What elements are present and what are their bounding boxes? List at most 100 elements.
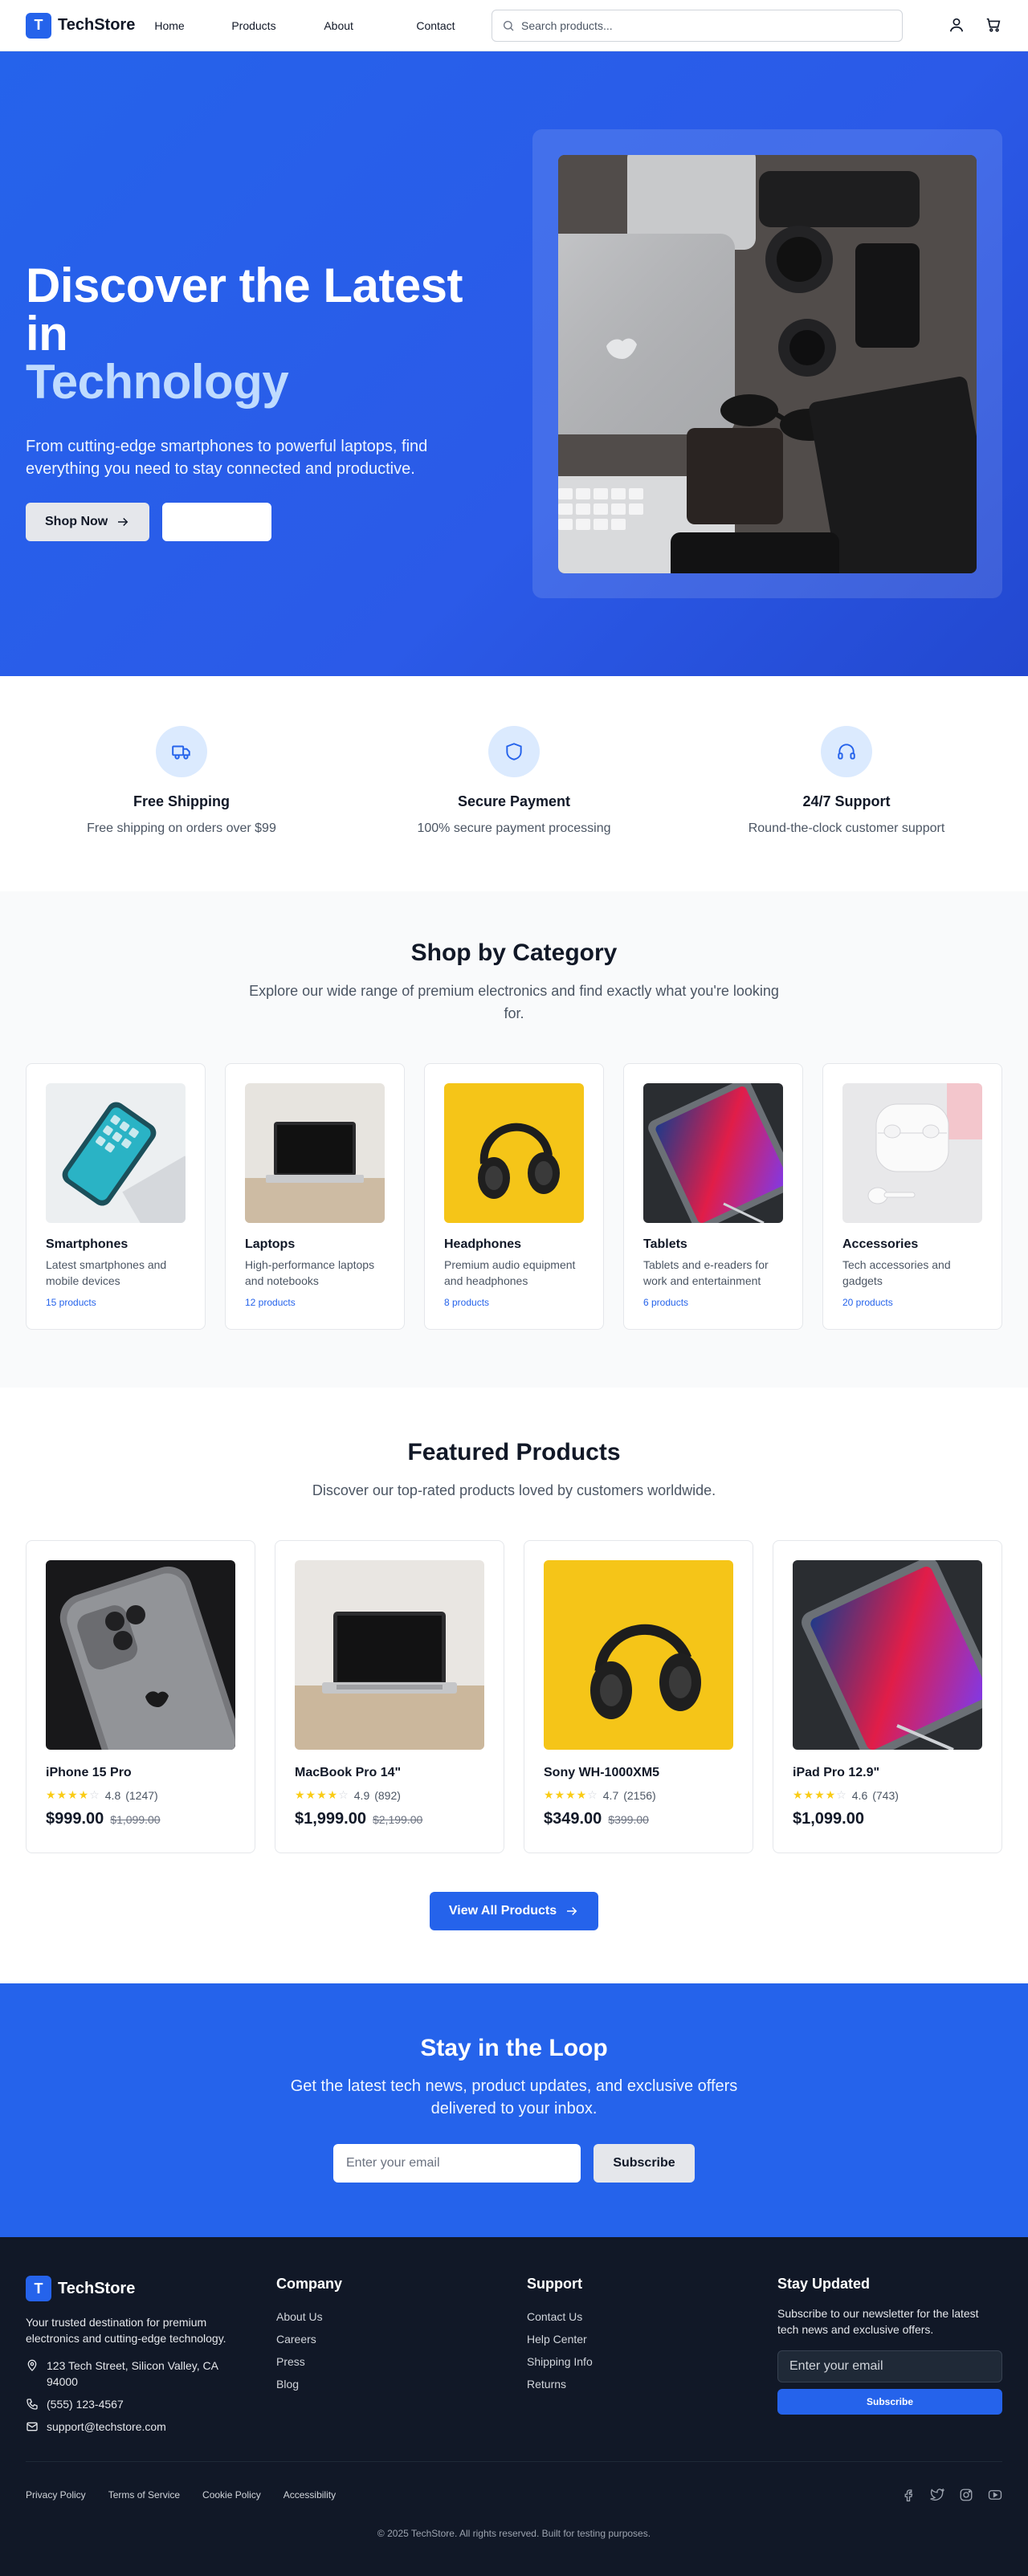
product-card-iphone[interactable]: iPhone 15 Pro ★★★★☆ 4.8 (1247) $999.00 $… <box>26 1540 255 1853</box>
arrow-right-icon <box>567 1906 577 1916</box>
brand-name: TechStore <box>58 2279 136 2297</box>
nav-link-home[interactable]: Home <box>154 19 231 32</box>
product-name: MacBook Pro 14" <box>295 1766 402 1779</box>
footer-heading: Stay Updated <box>777 2276 871 2292</box>
category-name: Headphones <box>444 1237 522 1251</box>
footer-divider <box>26 2461 1002 2462</box>
product-rating: ★★★★☆ 4.7 (2156) <box>544 1788 733 1802</box>
hero-subtitle: From cutting-edge smartphones to powerfu… <box>26 438 428 478</box>
legal-link-privacy[interactable]: Privacy Policy <box>26 2489 86 2501</box>
product-card-sony[interactable]: Sony WH-1000XM5 ★★★★☆ 4.7 (2156) $349.00… <box>524 1540 753 1853</box>
brand-logo[interactable]: T TechStore <box>26 12 135 39</box>
category-count: 6 products <box>643 1297 689 1308</box>
featured-products-section: Featured Products Discover our top-rated… <box>0 1388 1028 1983</box>
category-card-tablets[interactable]: Tablets Tablets and e-readers for work a… <box>623 1063 803 1330</box>
nav-link-about[interactable]: About <box>324 19 416 32</box>
product-image <box>46 1560 235 1750</box>
footer-link[interactable]: Help Center <box>527 2333 777 2346</box>
legal-link-cookies[interactable]: Cookie Policy <box>202 2489 261 2501</box>
top-navbar: T TechStore Home Products About Contact <box>0 0 1028 51</box>
features-section: Free Shipping Free shipping on orders ov… <box>0 676 1028 891</box>
rating-value: 4.9 <box>353 1788 370 1802</box>
product-card-macbook[interactable]: MacBook Pro 14" ★★★★☆ 4.9 (892) $1,999.0… <box>275 1540 504 1853</box>
hero-title-accent: Technology <box>26 355 289 409</box>
rating-value: 4.8 <box>104 1788 121 1802</box>
category-count: 20 products <box>842 1297 893 1308</box>
instagram-icon[interactable] <box>959 2488 973 2502</box>
footer-logo[interactable]: T TechStore <box>26 2276 276 2301</box>
youtube-icon[interactable] <box>988 2488 1002 2502</box>
category-desc: High-performance laptops and notebooks <box>245 1258 375 1287</box>
footer-tagline: Your trusted destination for premium ele… <box>26 2316 226 2345</box>
twitter-icon[interactable] <box>930 2488 944 2502</box>
current-price: $999.00 <box>46 1810 104 1828</box>
view-all-wrap: View All Products <box>0 1892 1028 1930</box>
truck-icon <box>172 745 190 760</box>
review-count: (892) <box>374 1788 401 1802</box>
nav-actions <box>948 16 1002 34</box>
footer-link[interactable]: Press <box>276 2355 527 2368</box>
category-name: Smartphones <box>46 1237 128 1251</box>
mail-icon <box>27 2422 38 2431</box>
category-image <box>842 1083 982 1223</box>
footer-link[interactable]: Returns <box>527 2378 777 2391</box>
footer-company-column: Company About Us Careers Press Blog <box>276 2276 527 2435</box>
feature-desc: Free shipping on orders over $99 <box>87 821 276 835</box>
footer-link[interactable]: About Us <box>276 2310 527 2323</box>
shop-now-button[interactable]: Shop Now <box>26 503 150 541</box>
product-price: $1,099.00 <box>793 1810 982 1828</box>
legal-link-terms[interactable]: Terms of Service <box>108 2489 180 2501</box>
category-card-smartphones[interactable]: Smartphones Latest smartphones and mobil… <box>26 1063 206 1330</box>
product-rating: ★★★★☆ 4.6 (743) <box>793 1788 982 1802</box>
featured-subtitle: Discover our top-rated products loved by… <box>312 1482 716 1498</box>
feature-icon-circle <box>488 726 540 777</box>
featured-title: Featured Products <box>407 1439 621 1465</box>
user-icon[interactable] <box>948 16 965 34</box>
original-price: $1,099.00 <box>110 1813 161 1826</box>
category-image <box>46 1083 186 1223</box>
product-price: $349.00 $399.00 <box>544 1810 733 1828</box>
category-card-accessories[interactable]: Accessories Tech accessories and gadgets… <box>822 1063 1002 1330</box>
secondary-hero-button[interactable] <box>162 503 272 541</box>
category-name: Tablets <box>643 1237 687 1251</box>
category-card-laptops[interactable]: Laptops High-performance laptops and not… <box>225 1063 405 1330</box>
product-image <box>544 1560 733 1750</box>
cart-icon[interactable] <box>985 16 1002 34</box>
product-rating: ★★★★☆ 4.8 (1247) <box>46 1788 235 1802</box>
star-rating-icon: ★★★★☆ <box>793 1788 847 1801</box>
hero-buttons: Shop Now <box>26 503 508 541</box>
review-count: (2156) <box>623 1788 656 1802</box>
product-card-ipad[interactable]: iPad Pro 12.9" ★★★★☆ 4.6 (743) $1,099.00 <box>773 1540 1002 1853</box>
review-count: (743) <box>872 1788 899 1802</box>
footer-columns: T TechStore Your trusted destination for… <box>0 2237 1028 2435</box>
phone-icon <box>27 2399 38 2410</box>
copyright: © 2025 TechStore. All rights reserved. B… <box>377 2528 651 2539</box>
feature-title: 24/7 Support <box>802 793 891 809</box>
footer-link[interactable]: Shipping Info <box>527 2355 777 2368</box>
original-price: $2,199.00 <box>372 1813 423 1826</box>
star-rating-icon: ★★★★☆ <box>544 1788 598 1801</box>
footer-address: 123 Tech Street, Silicon Valley, CA 9400… <box>26 2358 276 2390</box>
newsletter-form: Subscribe <box>0 2144 1028 2183</box>
category-card-headphones[interactable]: Headphones Premium audio equipment and h… <box>424 1063 604 1330</box>
view-all-products-button[interactable]: View All Products <box>429 1892 599 1930</box>
hero-image-frame <box>532 129 1002 598</box>
newsletter-email-input[interactable] <box>333 2144 581 2183</box>
search-input[interactable] <box>521 19 875 32</box>
footer-subscribe-button[interactable]: Subscribe <box>777 2389 1002 2415</box>
nav-link-products[interactable]: Products <box>231 19 324 32</box>
footer-link[interactable]: Blog <box>276 2378 527 2391</box>
footer-link[interactable]: Careers <box>276 2333 527 2346</box>
original-price: $399.00 <box>608 1813 649 1826</box>
footer-email-input[interactable] <box>777 2350 1002 2382</box>
social-links <box>901 2488 1002 2502</box>
hero-content: Discover the Latest in Technology From c… <box>26 262 508 541</box>
product-grid: iPhone 15 Pro ★★★★☆ 4.8 (1247) $999.00 $… <box>0 1540 1028 1853</box>
legal-link-accessibility[interactable]: Accessibility <box>284 2489 336 2501</box>
main-nav: Home Products About Contact <box>154 19 508 32</box>
category-image <box>444 1083 584 1223</box>
footer-link[interactable]: Contact Us <box>527 2310 777 2323</box>
logo-mark: T <box>26 2276 51 2301</box>
facebook-icon[interactable] <box>901 2488 916 2502</box>
newsletter-subscribe-button[interactable]: Subscribe <box>594 2144 695 2183</box>
